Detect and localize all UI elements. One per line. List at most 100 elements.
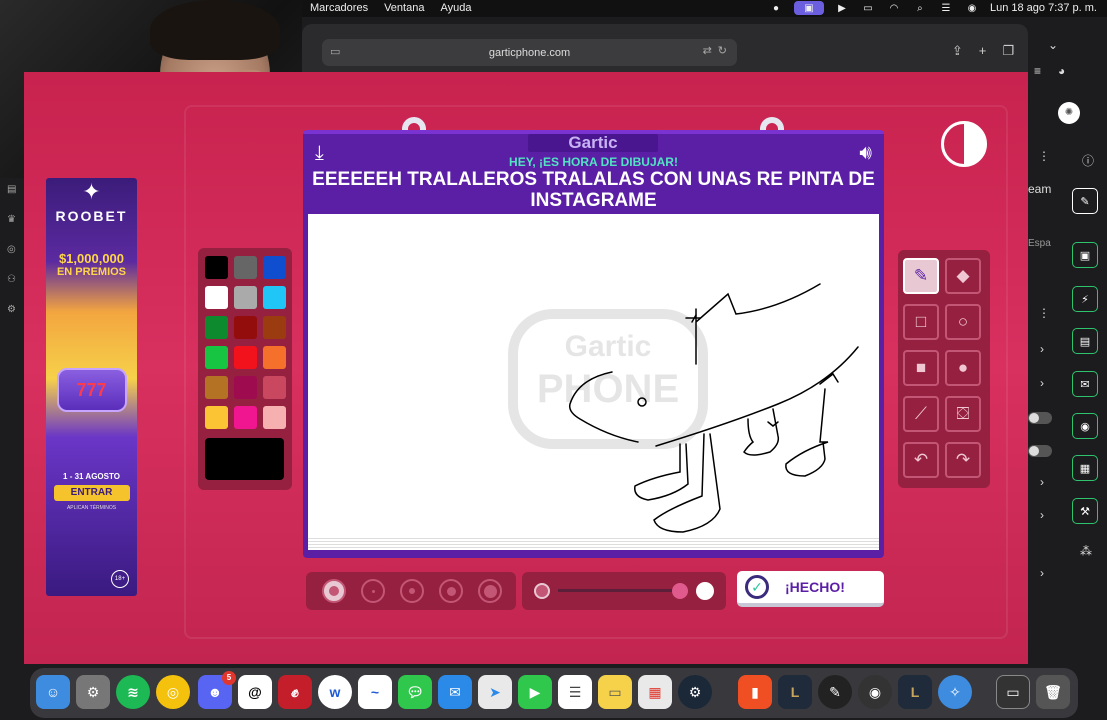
url-text[interactable]: garticphone.com [489, 47, 570, 59]
menu-marcadores[interactable]: Marcadores [310, 2, 368, 14]
address-bar[interactable]: ▭ garticphone.com ⇄ ↻ [322, 39, 737, 66]
circle-outline-tool[interactable]: ○ [945, 304, 981, 340]
screen-share-icon[interactable]: ▣ [793, 1, 824, 15]
brush-size-4[interactable] [439, 579, 463, 603]
user-avatar[interactable]: ✺ [1058, 102, 1080, 124]
more-options-icon-2[interactable]: ⋮ [1038, 306, 1050, 320]
record-icon[interactable]: ● [768, 1, 784, 15]
people-icon[interactable]: ⚇ [7, 274, 16, 285]
drawing-canvas[interactable]: Gartic PHONE [308, 214, 879, 536]
color-swatch[interactable] [234, 376, 257, 399]
toggle-1[interactable] [1028, 412, 1052, 424]
discord-icon[interactable]: ☻ 5 [198, 671, 236, 709]
undo-tool[interactable]: ↶ [903, 442, 939, 478]
messages-icon[interactable]: 💬︎ [398, 675, 432, 709]
trophy-icon[interactable]: ♛ [7, 214, 16, 225]
color-swatch[interactable] [263, 316, 286, 339]
settings-icon[interactable]: ⚙ [76, 675, 110, 709]
chevron-right-icon-4[interactable]: › [1040, 508, 1044, 522]
siri-icon[interactable]: ◉ [964, 1, 980, 15]
downloads-folder-icon[interactable]: ▭ [996, 675, 1030, 709]
menu-ventana[interactable]: Ventana [384, 2, 424, 14]
menu-ayuda[interactable]: Ayuda [440, 2, 471, 14]
done-button[interactable]: ✓ ¡HECHO! [737, 571, 884, 607]
brush-size-2[interactable] [361, 579, 385, 603]
safari-icon[interactable]: ✧ [938, 675, 972, 709]
chevron-right-icon-2[interactable]: › [1040, 376, 1044, 390]
color-swatch[interactable] [234, 256, 257, 279]
color-swatch[interactable] [234, 346, 257, 369]
brush-size-5[interactable] [478, 579, 502, 603]
toggle-2[interactable] [1028, 445, 1052, 457]
gear-icon[interactable]: ⚙ [7, 304, 16, 315]
battery-icon[interactable]: ▭ [860, 1, 876, 15]
edit-icon[interactable]: ✎ [1072, 188, 1098, 214]
finder-icon[interactable]: ☺ [36, 675, 70, 709]
reload-icon[interactable]: ↻ [718, 44, 727, 57]
broadcast-icon[interactable]: ◉ [1072, 413, 1098, 439]
bucket-tool[interactable]: ⛋ [945, 396, 981, 432]
collapse-icon[interactable]: ⌄ [1048, 38, 1058, 52]
notes-icon[interactable]: ▭ [598, 675, 632, 709]
color-swatch[interactable] [263, 406, 286, 429]
palette-app-icon[interactable]: ✎ [818, 675, 852, 709]
color-swatch[interactable] [234, 406, 257, 429]
bolt-icon[interactable]: ⚡︎ [1072, 286, 1098, 312]
chevron-right-icon-5[interactable]: › [1040, 566, 1044, 580]
pencil-tool[interactable]: ✎ [903, 258, 939, 294]
rectangle-fill-tool[interactable]: ■ [903, 350, 939, 386]
wifi-icon[interactable]: ◠ [886, 1, 902, 15]
office-icon[interactable]: ▮ [738, 675, 772, 709]
new-tab-icon[interactable]: + [979, 43, 987, 59]
webex-icon[interactable]: w [318, 675, 352, 709]
opacity-slider[interactable] [522, 572, 726, 610]
color-swatch[interactable] [263, 376, 286, 399]
page-menu-icon[interactable]: ▭ [330, 45, 340, 58]
opacity-track[interactable] [558, 589, 678, 592]
ad-enter-button[interactable]: ENTRAR [53, 485, 130, 501]
nodes-icon[interactable]: ⁂ [1080, 544, 1092, 558]
mail-icon[interactable]: ✉ [438, 675, 472, 709]
toolbar-icon[interactable]: ≡ [1034, 64, 1041, 78]
chevron-right-icon-1[interactable]: › [1040, 342, 1044, 356]
eraser-tool[interactable]: ◆ [945, 258, 981, 294]
rectangle-outline-tool[interactable]: □ [903, 304, 939, 340]
target-icon[interactable]: ◎ [7, 244, 16, 255]
chat-icon[interactable]: ✉ [1072, 371, 1098, 397]
more-options-icon-1[interactable]: ⋮ [1038, 149, 1050, 163]
menubar-datetime[interactable]: Lun 18 ago 7:37 p. m. [990, 2, 1097, 14]
launchpad-icon[interactable]: ▦ [638, 675, 672, 709]
panel-icon[interactable]: ▤ [7, 184, 16, 195]
riot-icon[interactable]: ✊︎ [278, 675, 312, 709]
color-swatch[interactable] [263, 256, 286, 279]
color-swatch[interactable] [205, 376, 228, 399]
maps-icon[interactable]: ➤ [478, 675, 512, 709]
color-swatch[interactable] [205, 406, 228, 429]
line-tool[interactable]: ⟋ [903, 396, 939, 432]
chrome-icon[interactable]: ◎ [156, 675, 190, 709]
ad-banner[interactable]: ✦ ROOBET $1,000,000 EN PREMIOS 777 1 - 3… [46, 178, 137, 596]
threads-icon[interactable]: @ [238, 675, 272, 709]
color-swatch[interactable] [263, 346, 286, 369]
reminders-icon[interactable]: ☰ [558, 675, 592, 709]
facetime-icon[interactable]: ▶ [518, 675, 552, 709]
color-swatch[interactable] [234, 286, 257, 309]
color-swatch[interactable] [205, 316, 228, 339]
league-icon[interactable]: L [778, 675, 812, 709]
info-icon[interactable]: ⓘ [1082, 152, 1094, 169]
freeform-icon[interactable]: ~ [358, 675, 392, 709]
redo-tool[interactable]: ↷ [945, 442, 981, 478]
layout-icon[interactable]: ▦ [1072, 455, 1098, 481]
brush-size-3[interactable] [400, 579, 424, 603]
color-swatch[interactable] [205, 256, 228, 279]
color-swatch[interactable] [205, 346, 228, 369]
brush-size-1[interactable] [322, 579, 346, 603]
chevron-right-icon-3[interactable]: › [1040, 475, 1044, 489]
opacity-handle[interactable] [672, 583, 688, 599]
color-swatch[interactable] [234, 316, 257, 339]
tabs-overview-icon[interactable]: ❐ [1002, 43, 1014, 59]
capture-icon[interactable]: ▣ [1072, 242, 1098, 268]
trash-icon[interactable]: 🗑︎ [1036, 675, 1070, 709]
search-icon[interactable]: ⌕ [912, 1, 928, 15]
circle-fill-tool[interactable]: ● [945, 350, 981, 386]
